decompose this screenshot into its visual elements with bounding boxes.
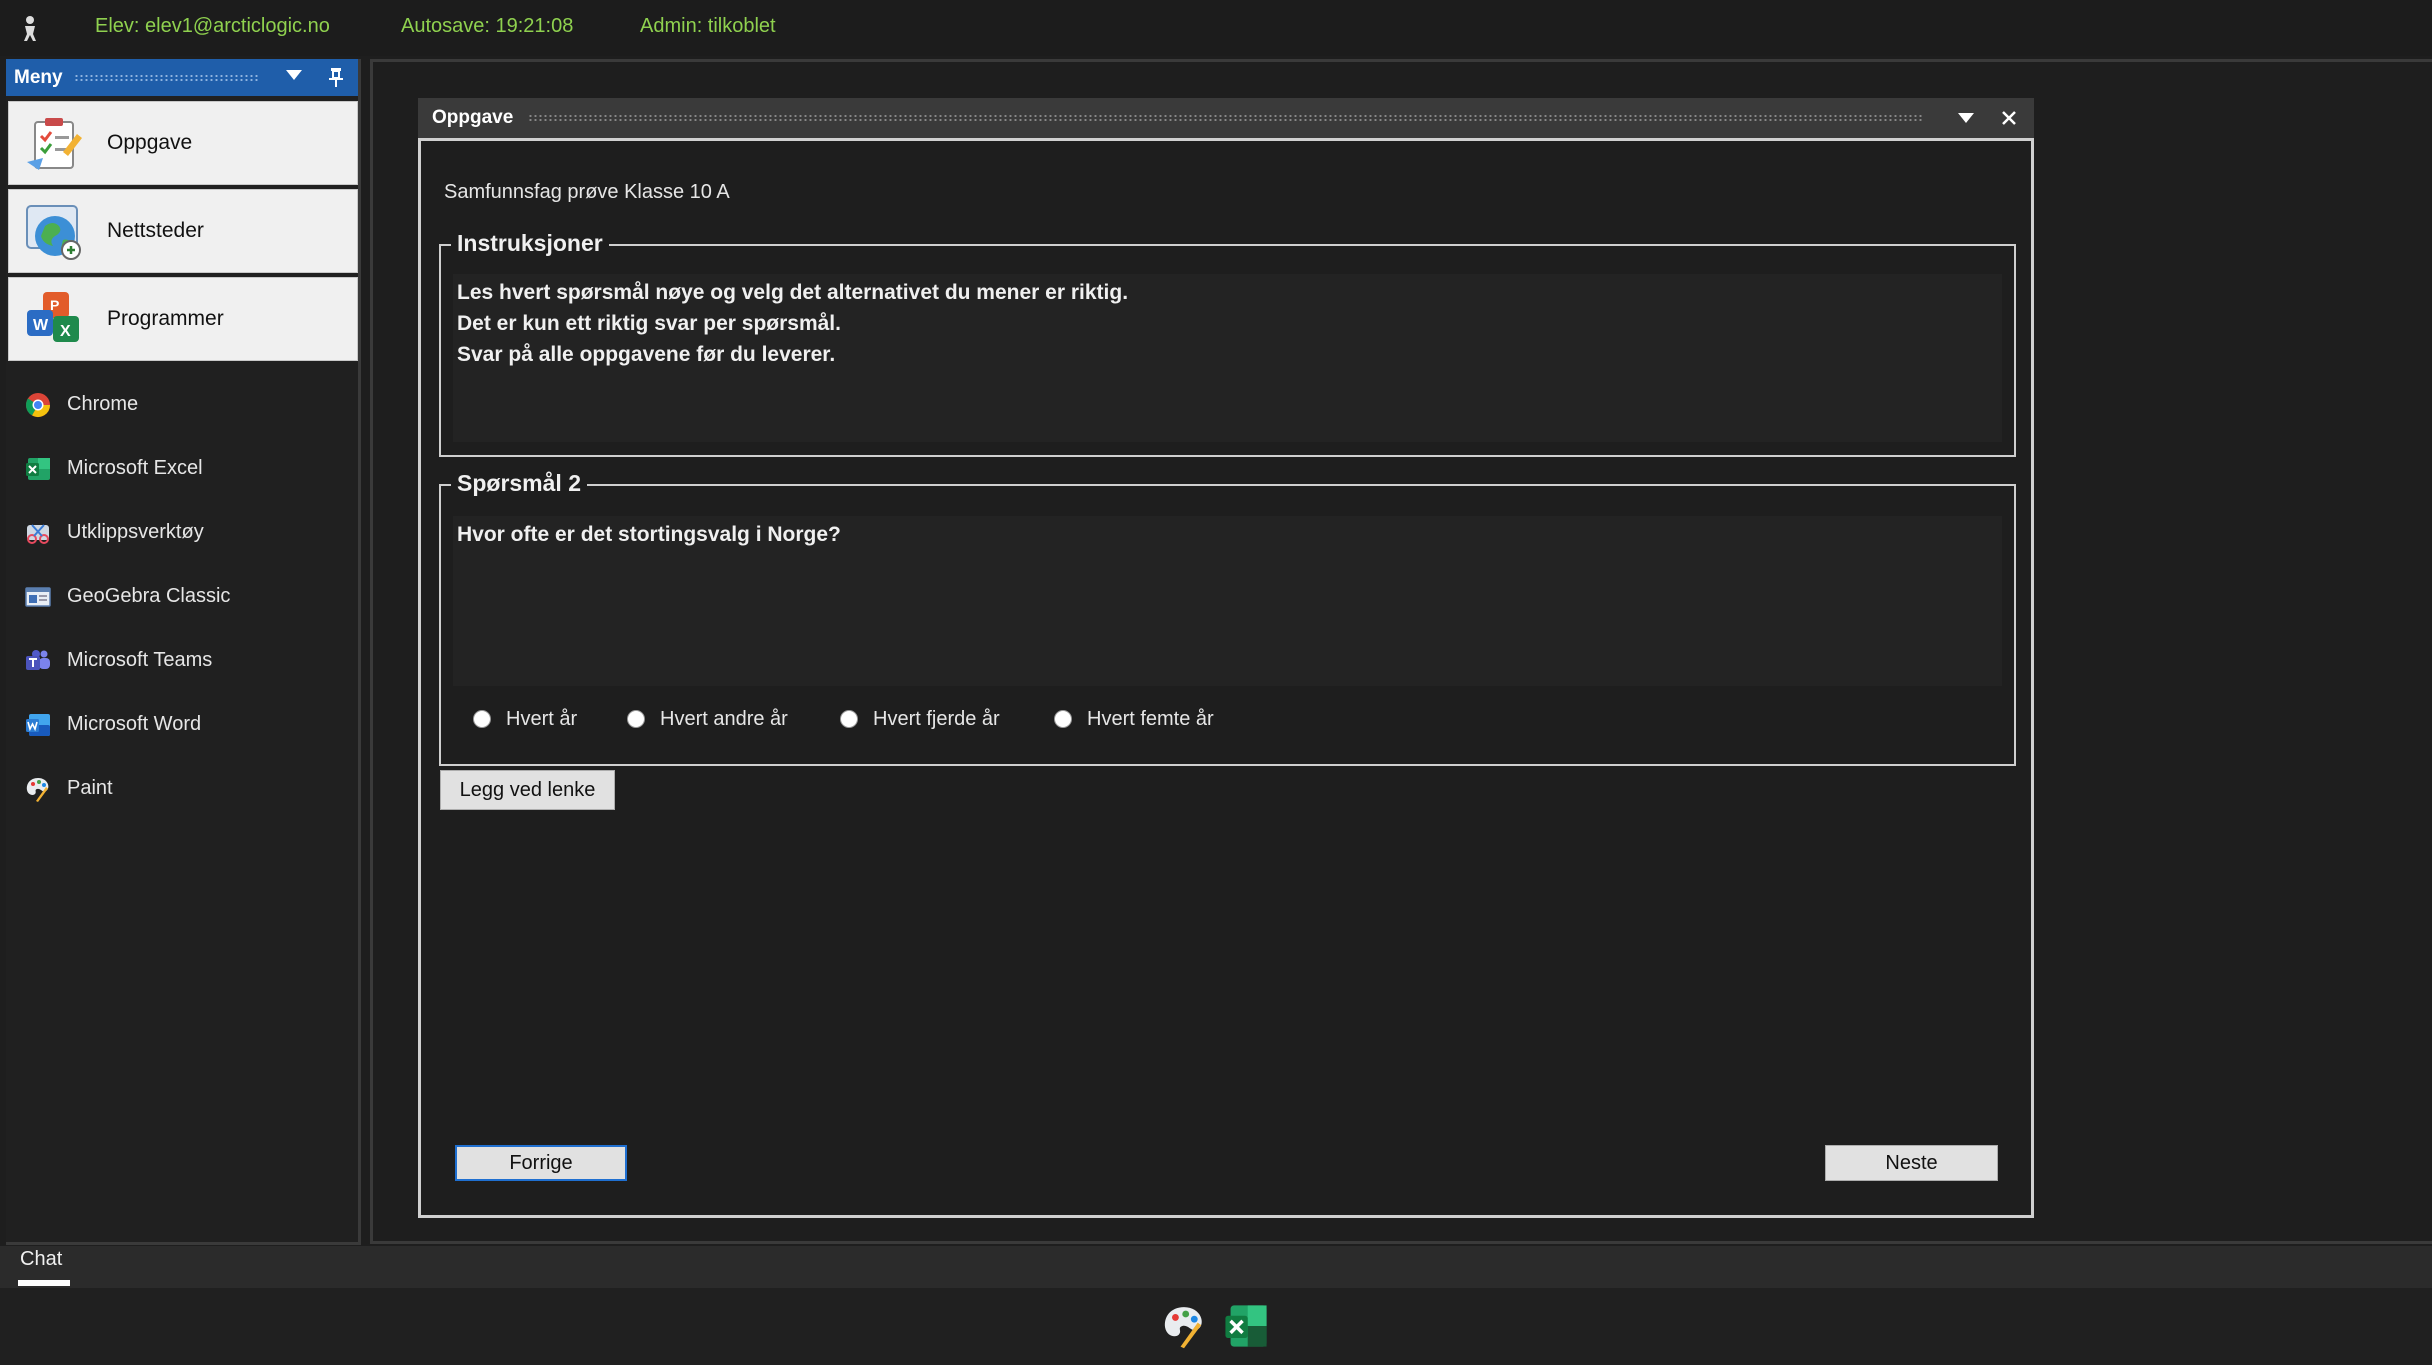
app-item-label: Microsoft Excel [67,457,203,479]
excel-icon[interactable] [1222,1302,1270,1350]
chevron-down-icon[interactable] [1958,113,1974,123]
app-item-label: Chrome [67,393,139,415]
app-item-label: GeoGebra Classic [67,585,231,607]
app-item-label: Microsoft Word [67,713,202,735]
chevron-down-icon[interactable] [286,70,302,80]
option-label: Hvert femte år [1087,708,1214,730]
paint-icon[interactable] [1160,1302,1208,1350]
geogebra-icon [25,587,51,607]
previous-button[interactable]: Forrige [455,1145,627,1181]
app-item-label: Paint [67,777,113,799]
radio-button[interactable] [473,710,491,728]
app-item-label: Microsoft Teams [67,649,213,671]
app-item-paint[interactable]: Paint [6,761,358,817]
top-status-bar: Elev: elev1@arcticlogic.no Autosave: 19:… [0,0,2432,56]
instructions-legend: Instruksjoner [451,230,609,257]
paint-icon [26,778,49,802]
svg-text:X: X [60,323,71,340]
menu-title-bar: Meny [6,59,358,96]
svg-text:P: P [50,297,59,313]
sidebar-item-oppgave[interactable]: Oppgave [8,101,358,185]
option-label: Hvert fjerde år [873,708,1000,730]
person-icon [24,16,36,41]
question-line: Hvor ofte er det stortingsvalg i Norge? [457,523,841,546]
word-icon [26,714,50,736]
radio-button[interactable] [627,710,645,728]
app-item-snipping-tool[interactable]: Utklippsverktøy [6,505,358,561]
app-item-label: Utklippsverktøy [67,521,204,543]
instruction-line: Svar på alle oppgavene før du leverer. [457,343,836,366]
chat-tab-indicator [18,1280,70,1286]
dialog-title-bar: Oppgave [418,98,2034,138]
dialog-title: Oppgave [432,107,514,128]
close-icon[interactable] [1998,107,2020,129]
attach-link-button[interactable]: Legg ved lenke [440,770,615,810]
instruction-line: Det er kun ett riktig svar per spørsmål. [457,312,841,335]
pin-icon[interactable] [326,66,346,88]
sidebar-item-nettsteder[interactable]: Nettsteder [8,189,358,273]
autosave-text: Autosave: 19:21:08 [401,15,574,37]
option-label: Hvert andre år [660,708,788,730]
instruction-line: Les hvert spørsmål nøye og velg det alte… [457,281,1129,304]
question-text: Hvor ofte er det stortingsvalg i Norge? [453,516,2002,686]
radio-button[interactable] [840,710,858,728]
app-item-geogebra[interactable]: GeoGebra Classic [6,569,358,625]
student-account-text: Elev: elev1@arcticlogic.no [95,15,330,37]
instructions-group: Instruksjoner Les hvert spørsmål nøye og… [439,230,2016,457]
question-legend: Spørsmål 2 [451,470,587,497]
chat-strip [0,1246,2432,1288]
teams-icon [26,650,50,670]
sidebar-menu: Meny Oppgave Nettsteder W X P Programmer… [6,59,361,1245]
title-grip [74,74,260,82]
snipping-tool-icon [27,524,49,544]
sidebar-item-label: Oppgave [107,131,193,154]
excel-icon [26,458,50,480]
globe-icon [26,205,81,260]
svg-text:W: W [33,317,49,334]
app-item-chrome[interactable]: Chrome [6,377,358,433]
app-item-teams[interactable]: Microsoft Teams [6,633,358,689]
app-item-word[interactable]: Microsoft Word [6,697,358,753]
menu-title: Meny [14,67,63,88]
instructions-text: Les hvert spørsmål nøye og velg det alte… [453,274,2002,442]
office-apps-icon: W X P [27,292,79,342]
sidebar-item-programmer[interactable]: W X P Programmer [8,277,358,361]
title-grip [528,114,1924,122]
admin-status-text: Admin: tilkoblet [640,15,776,37]
sidebar-item-label: Nettsteder [107,219,204,242]
app-item-excel[interactable]: Microsoft Excel [6,441,358,497]
option-label: Hvert år [506,708,578,730]
chat-tab[interactable]: Chat [20,1248,62,1271]
next-button[interactable]: Neste [1825,1145,1998,1181]
task-icon [27,118,82,170]
radio-button[interactable] [1054,710,1072,728]
test-subtitle: Samfunnsfag prøve Klasse 10 A [444,181,730,203]
sidebar-item-label: Programmer [107,307,224,330]
chrome-icon [25,393,50,418]
taskbar [0,1288,2432,1365]
